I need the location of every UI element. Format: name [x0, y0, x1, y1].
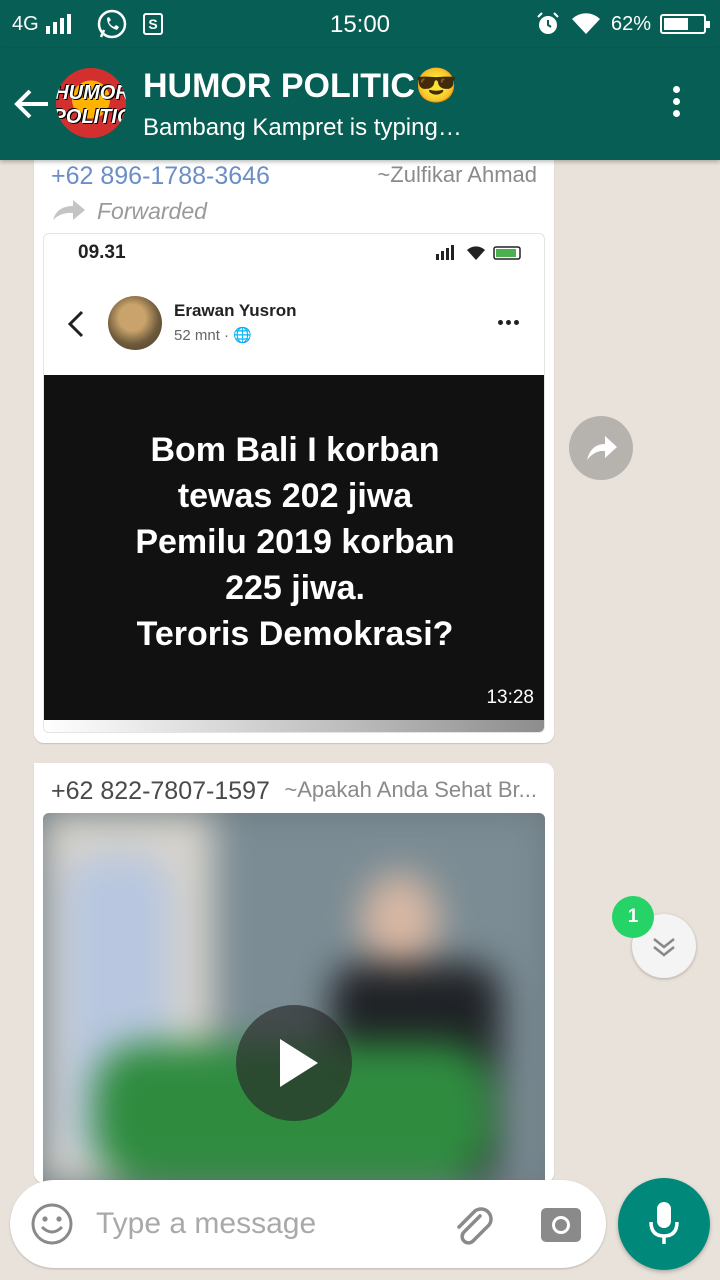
poster-meta: 52 mnt · 🌐 [174, 327, 252, 344]
message-input[interactable] [96, 1200, 436, 1248]
play-icon [280, 1039, 318, 1087]
post-line: Teroris Demokrasi? [136, 615, 454, 653]
sender-alias: ~Zulfikar Ahmad [377, 162, 537, 187]
double-chevron-down-icon [653, 938, 675, 957]
wifi-icon [572, 13, 600, 35]
post-line: Bom Bali I korban [150, 431, 440, 469]
message-bubble[interactable]: +62 896-1788-3646 ~Zulfikar Ahmad Forwar… [34, 148, 554, 743]
forwarded-label: Forwarded [97, 198, 207, 224]
video-thumbnail [43, 813, 545, 1183]
post-line: 225 jiwa. [225, 569, 365, 607]
battery-icon [660, 14, 710, 34]
play-button[interactable] [236, 1005, 352, 1121]
avatar-text-2: POLITIC [56, 106, 126, 128]
post-line: tewas 202 jiwa [177, 477, 413, 515]
post-line: Pemilu 2019 korban [135, 523, 455, 561]
share-button[interactable] [569, 416, 633, 480]
mic-icon [649, 1202, 679, 1244]
status-bar: 4G S 15:00 62% [0, 0, 720, 48]
message-composer [10, 1180, 606, 1268]
image-bottom-edge [44, 720, 544, 732]
alarm-icon [537, 12, 559, 34]
post-image: Bom Bali I korban tewas 202 jiwa Pemilu … [44, 375, 544, 723]
unread-count-badge: 1 [612, 896, 654, 938]
chat-area[interactable]: +62 896-1788-3646 ~Zulfikar Ahmad Forwar… [0, 148, 720, 1280]
screenshot-time: 09.31 [78, 242, 126, 263]
chat-header: HUMOR POLITIC HUMOR POLITIC😎 Bambang Kam… [0, 48, 720, 160]
overflow-menu-icon[interactable] [668, 86, 684, 122]
forward-icon [53, 200, 85, 220]
message-bubble[interactable]: +62 822-7807-1597 ~Apakah Anda Sehat Br.… [34, 763, 554, 1183]
mic-button[interactable] [618, 1178, 710, 1270]
poster-avatar [108, 296, 162, 350]
back-arrow-icon[interactable] [14, 88, 50, 120]
battery-percent: 62% [611, 13, 652, 35]
poster-name: Erawan Yusron [174, 301, 297, 320]
post-text: Bom Bali I korban tewas 202 jiwa Pemilu … [44, 427, 544, 657]
avatar-text-1: HUMOR [56, 82, 126, 104]
screenshot-back-icon [67, 310, 84, 338]
typing-status: Bambang Kampret is typing… [143, 114, 462, 141]
emoji-icon[interactable] [30, 1202, 74, 1246]
sender-phone[interactable]: +62 896-1788-3646 [51, 162, 270, 191]
screenshot-more-icon [498, 320, 522, 326]
attach-icon[interactable] [450, 1202, 496, 1248]
camera-icon[interactable] [540, 1204, 582, 1244]
group-title[interactable]: HUMOR POLITIC😎 [143, 66, 457, 106]
group-avatar[interactable]: HUMOR POLITIC [56, 68, 126, 138]
screenshot-status-icons [436, 245, 521, 260]
sender-phone[interactable]: +62 822-7807-1597 [51, 777, 270, 806]
video-attachment[interactable] [43, 813, 545, 1183]
image-attachment[interactable]: 09.31 Erawan Yusron 52 mnt · 🌐 Bom Bali … [43, 233, 545, 733]
share-icon [587, 436, 617, 460]
sender-alias: ~Apakah Anda Sehat Br... [284, 777, 537, 802]
message-timestamp: 13:28 [486, 687, 534, 708]
